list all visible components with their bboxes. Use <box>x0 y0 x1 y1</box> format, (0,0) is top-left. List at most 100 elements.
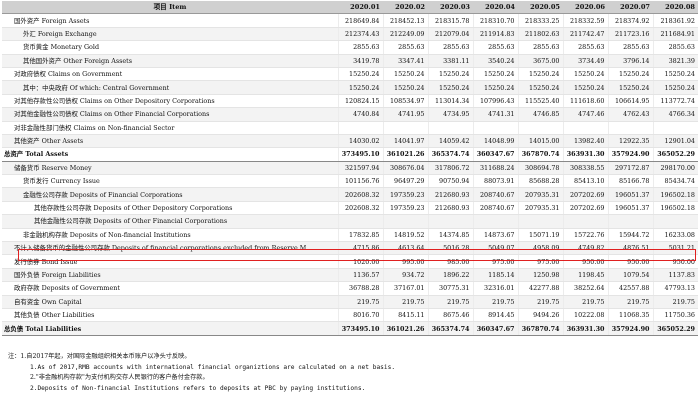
row-value: 8016.70 <box>337 308 383 323</box>
row-value: 17832.85 <box>337 228 383 243</box>
row-label: 总资产 Total Assets <box>2 147 338 162</box>
row-value: 365052.29 <box>652 147 698 162</box>
row-value: 208740.67 <box>472 187 518 202</box>
row-value: 5049.07 <box>472 241 518 256</box>
row-value: 15250.24 <box>652 67 698 82</box>
row-value: 15250.24 <box>562 67 608 82</box>
row-value: 1137.83 <box>652 268 698 283</box>
row-value: 360347.67 <box>472 321 518 336</box>
row-value: 1079.54 <box>607 268 653 283</box>
row-value <box>382 121 428 135</box>
table-row: 总资产 Total Assets 373495.10 361021.26 365374… <box>2 147 698 162</box>
row-value: 32316.01 <box>472 281 518 296</box>
table-row: 其他存款性公司存款 Deposits of Other Depository C… <box>2 201 698 216</box>
row-label: 其他负债 Other Liabilities <box>2 308 338 323</box>
row-value: 2855.63 <box>562 40 608 55</box>
row-value: 2855.63 <box>607 40 653 55</box>
table-row: 对其他金融性公司债权 Claims on Other Financial Cor… <box>2 107 698 122</box>
row-value: 950.00 <box>562 254 608 269</box>
row-value: 207935.31 <box>517 187 563 202</box>
row-value: 15071.19 <box>517 228 563 243</box>
table-row: 国外资产 Foreign Assets 218649.84 218452.13 218… <box>2 13 698 28</box>
row-value <box>427 121 473 135</box>
row-value: 42277.88 <box>517 281 563 296</box>
row-value: 37167.01 <box>382 281 428 296</box>
row-value: 308694.78 <box>517 161 563 176</box>
row-label: 对非金融性部门债权 Claims on Non-financial Sector <box>2 121 338 135</box>
row-value: 218333.25 <box>517 13 563 28</box>
row-value: 218374.92 <box>607 13 653 28</box>
row-value <box>562 121 608 135</box>
row-value: 321597.94 <box>337 161 383 176</box>
row-value: 15250.24 <box>382 80 428 95</box>
row-value: 1198.45 <box>562 268 608 283</box>
row-value: 212680.93 <box>427 187 473 202</box>
row-value: 297172.87 <box>607 161 653 176</box>
table-row: 不计入储备货币的金融性公司存款 Deposits of financial co… <box>2 241 698 256</box>
row-value <box>427 214 473 229</box>
row-label: 总负债 Total Liabilities <box>2 321 338 336</box>
row-value: 85166.78 <box>607 174 653 189</box>
row-value: 202608.32 <box>337 201 383 216</box>
row-value: 15250.24 <box>517 80 563 95</box>
row-value: 3675.00 <box>517 54 563 68</box>
row-value: 8415.11 <box>382 308 428 323</box>
row-value: 1250.98 <box>517 268 563 283</box>
row-value: 90750.94 <box>427 174 473 189</box>
row-value <box>652 214 698 229</box>
note-line: 2."非金融机构存款"为支付机构交存人民银行的客户备付金存款。 <box>30 374 209 381</box>
row-value: 106614.95 <box>607 94 653 109</box>
table-row: 发行债券 Bond Issue 1020.00 995.00 985.00 975.00… <box>2 254 698 269</box>
balance-sheet-page: 项目 Item 2020.01 2020.02 2020.03 2020.04 2020… <box>0 0 700 413</box>
row-value: 317806.72 <box>427 161 473 176</box>
row-value <box>337 121 383 135</box>
row-value: 4740.84 <box>337 107 383 122</box>
row-value: 15250.24 <box>607 67 653 82</box>
row-value: 975.00 <box>517 254 563 269</box>
row-value: 4746.85 <box>517 107 563 122</box>
row-value: 2855.63 <box>382 40 428 55</box>
row-value: 14059.42 <box>427 134 473 149</box>
table-body: 国外资产 Foreign Assets 218649.84 218452.13 218… <box>2 13 698 336</box>
row-value <box>337 214 383 229</box>
row-label: 政府存款 Deposits of Government <box>2 281 338 296</box>
row-value: 2855.63 <box>517 40 563 55</box>
row-value: 357924.90 <box>607 147 653 162</box>
row-value: 15250.24 <box>472 67 518 82</box>
row-value: 1185.14 <box>472 268 518 283</box>
row-value: 207202.69 <box>562 187 608 202</box>
row-value: 373495.10 <box>337 321 383 336</box>
row-value: 12901.04 <box>652 134 698 149</box>
table-row: 自有资金 Own Capital 219.75 219.75 219.75 219.75… <box>2 295 698 309</box>
header-period: 2020.02 <box>383 1 428 15</box>
row-label: 货币黄金 Monetary Gold <box>2 40 338 55</box>
row-value: 367870.74 <box>517 147 563 162</box>
row-value: 361021.26 <box>382 321 428 336</box>
row-value: 218452.13 <box>382 13 428 28</box>
row-value: 15250.24 <box>337 67 383 82</box>
row-value: 1136.57 <box>337 268 383 283</box>
row-value: 12922.35 <box>607 134 653 149</box>
row-value: 3734.49 <box>562 54 608 68</box>
row-value: 3540.24 <box>472 54 518 68</box>
row-value: 365374.74 <box>427 321 473 336</box>
row-value: 113772.74 <box>652 94 698 109</box>
row-label: 其中：中央政府 Of which: Central Government <box>2 80 338 95</box>
row-value: 115525.40 <box>517 94 563 109</box>
row-value: 4613.64 <box>382 241 428 256</box>
row-value: 15250.24 <box>517 67 563 82</box>
row-label: 货币发行 Currency Issue <box>2 174 338 189</box>
balance-sheet-table: 项目 Item 2020.01 2020.02 2020.03 2020.04 2020… <box>2 1 698 336</box>
row-value: 360347.67 <box>472 147 518 162</box>
row-value: 219.75 <box>652 295 698 309</box>
row-value: 212079.04 <box>427 27 473 42</box>
note-line: 1.As of 2017,RMB accounts with internati… <box>30 363 396 371</box>
header-period: 2020.01 <box>338 1 383 15</box>
row-label: 对其他金融性公司债权 Claims on Other Financial Cor… <box>2 107 338 122</box>
row-value: 15722.76 <box>562 228 608 243</box>
row-value: 211914.83 <box>472 27 518 42</box>
row-value: 4749.82 <box>562 241 608 256</box>
header-period: 2020.05 <box>518 1 563 15</box>
row-value: 15250.24 <box>652 80 698 95</box>
row-value: 11750.36 <box>652 308 698 323</box>
